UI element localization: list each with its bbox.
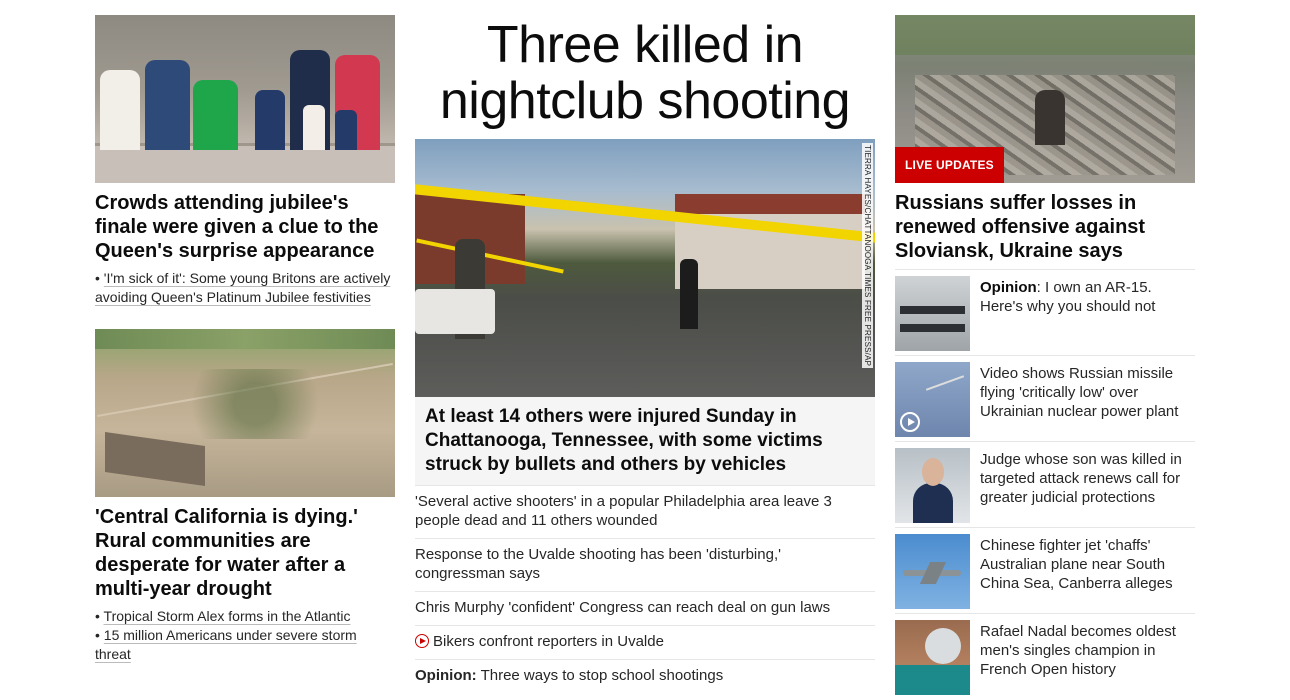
list-item-text[interactable]: Chinese fighter jet 'chaffs' Australian … xyxy=(980,537,1173,592)
list-item[interactable]: Bikers confront reporters in Uvalde xyxy=(415,626,875,660)
storm-link-1[interactable]: • Tropical Storm Alex forms in the Atlan… xyxy=(95,607,395,626)
list-item[interactable]: Rafael Nadal becomes oldest men's single… xyxy=(895,613,1195,699)
main-headline[interactable]: Three killed in nightclub shooting xyxy=(415,17,875,129)
list-item-text[interactable]: Three ways to stop school shootings xyxy=(481,667,724,684)
list-item[interactable]: Chris Murphy 'confident' Congress can re… xyxy=(415,592,875,626)
center-column: Three killed in nightclub shooting TIERR… xyxy=(415,17,875,693)
list-item[interactable]: Opinion: I own an AR-15. Here's why you … xyxy=(895,269,1195,355)
missile-thumbnail[interactable] xyxy=(895,362,970,437)
nadal-thumbnail[interactable] xyxy=(895,620,970,695)
play-video-icon xyxy=(415,634,429,648)
fighter-jet-thumbnail[interactable] xyxy=(895,534,970,609)
left-column: Crowds attending jubilee's finale were g… xyxy=(95,15,395,664)
sloviansk-headline[interactable]: Russians suffer losses in renewed offens… xyxy=(895,191,1195,263)
list-item-text[interactable]: Response to the Uvalde shooting has been… xyxy=(415,546,781,582)
jubilee-headline[interactable]: Crowds attending jubilee's finale were g… xyxy=(95,191,395,263)
list-item-text[interactable]: Bikers confront reporters in Uvalde xyxy=(433,633,664,650)
photo-credit: TIERRA HAYES/CHATTANOOGA TIMES FREE PRES… xyxy=(862,143,873,369)
judge-thumbnail[interactable] xyxy=(895,448,970,523)
related-links-list: 'Several active shooters' in a popular P… xyxy=(415,485,875,693)
list-item[interactable]: 'Several active shooters' in a popular P… xyxy=(415,486,875,539)
list-item-text[interactable]: Video shows Russian missile flying 'crit… xyxy=(980,365,1178,420)
list-item[interactable]: Video shows Russian missile flying 'crit… xyxy=(895,355,1195,441)
ukraine-destruction-image[interactable]: LIVE UPDATES xyxy=(895,15,1195,183)
right-column: LIVE UPDATES Russians suffer losses in r… xyxy=(895,15,1195,699)
storm-link-2[interactable]: • 15 million Americans under severe stor… xyxy=(95,626,395,664)
storm-link-1-text[interactable]: Tropical Storm Alex forms in the Atlanti… xyxy=(104,608,351,624)
jubilee-related-link-text[interactable]: 'I'm sick of it': Some young Britons are… xyxy=(95,270,390,305)
list-item-text[interactable]: Chris Murphy 'confident' Congress can re… xyxy=(415,599,830,616)
opinion-label: Opinion: xyxy=(415,667,477,684)
nightclub-subheadline[interactable]: At least 14 others were injured Sunday i… xyxy=(415,397,875,485)
guns-thumbnail[interactable] xyxy=(895,276,970,351)
list-item-text[interactable]: 'Several active shooters' in a popular P… xyxy=(415,493,832,529)
central-california-aerial-image[interactable] xyxy=(95,329,395,497)
list-item[interactable]: Response to the Uvalde shooting has been… xyxy=(415,539,875,592)
nightclub-scene-image[interactable]: TIERRA HAYES/CHATTANOOGA TIMES FREE PRES… xyxy=(415,139,875,397)
list-item-text[interactable]: Rafael Nadal becomes oldest men's single… xyxy=(980,623,1176,678)
list-item-text[interactable]: Judge whose son was killed in targeted a… xyxy=(980,451,1182,506)
list-item[interactable]: Opinion: Three ways to stop school shoot… xyxy=(415,660,875,693)
jubilee-related-link[interactable]: • 'I'm sick of it': Some young Britons a… xyxy=(95,269,395,307)
storm-link-2-text[interactable]: 15 million Americans under severe storm … xyxy=(95,627,357,662)
royal-family-balcony-image[interactable] xyxy=(95,15,395,183)
live-updates-badge[interactable]: LIVE UPDATES xyxy=(895,147,1004,183)
list-item[interactable]: Chinese fighter jet 'chaffs' Australian … xyxy=(895,527,1195,613)
california-drought-headline[interactable]: 'Central California is dying.' Rural com… xyxy=(95,505,395,601)
list-item[interactable]: Judge whose son was killed in targeted a… xyxy=(895,441,1195,527)
play-video-icon xyxy=(900,412,920,432)
opinion-label: Opinion xyxy=(980,279,1037,296)
